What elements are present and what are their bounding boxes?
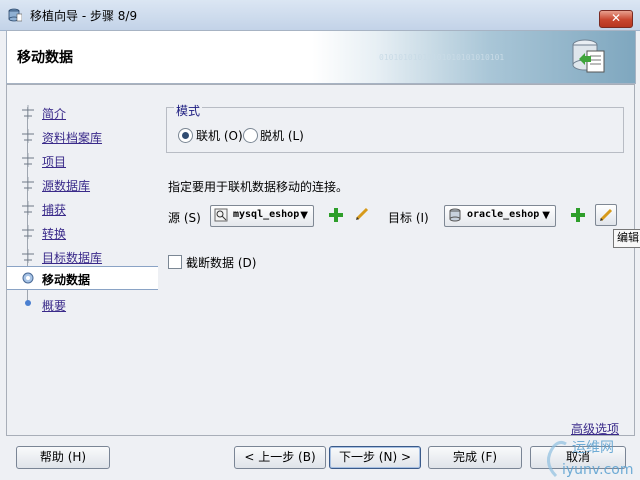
truncate-data-checkbox[interactable] xyxy=(168,255,182,269)
current-step-icon xyxy=(22,272,34,284)
window-title: 移植向导 - 步骤 8/9 xyxy=(30,9,138,23)
help-button[interactable]: 帮助 (H) xyxy=(16,446,110,469)
next-button[interactable]: 下一步 (N) > xyxy=(329,446,421,469)
connection-icon xyxy=(214,208,228,222)
completed-step-icon xyxy=(22,225,34,239)
step-label[interactable]: 转换 xyxy=(42,225,66,242)
step-label[interactable]: 简介 xyxy=(42,105,66,122)
advanced-options-link[interactable]: 高级选项 xyxy=(571,420,619,437)
step-source-database[interactable]: 源数据库 xyxy=(7,173,158,195)
watermark-text-url: iyunv.com xyxy=(562,462,633,478)
step-label[interactable]: 捕获 xyxy=(42,201,66,218)
dropdown-arrow-icon: ▼ xyxy=(542,210,550,221)
step-convert[interactable]: 转换 xyxy=(7,221,158,243)
close-icon: ✕ xyxy=(610,11,622,25)
step-intro[interactable]: 简介 xyxy=(7,101,158,123)
completed-step-icon xyxy=(22,129,34,143)
database-icon xyxy=(449,208,461,222)
page-title: 移动数据 xyxy=(17,50,73,66)
edit-target-connection-button[interactable] xyxy=(595,204,617,226)
step-summary[interactable]: 概要 xyxy=(7,293,158,315)
step-label[interactable]: 概要 xyxy=(42,297,66,314)
banner-binary-pattern: 01010101010101010101010101 xyxy=(379,53,505,62)
step-list: 简介 资料档案库 项目 源数据库 捕获 转换 目标数据库 移动数据 概要 xyxy=(6,84,159,436)
step-label[interactable]: 源数据库 xyxy=(42,177,90,194)
database-app-icon xyxy=(8,8,22,22)
finish-button[interactable]: 完成 (F) xyxy=(428,446,522,469)
step-move-data[interactable]: 移动数据 xyxy=(7,266,158,290)
completed-step-icon xyxy=(22,201,34,215)
completed-step-icon xyxy=(22,105,34,119)
add-target-connection-icon[interactable] xyxy=(570,207,586,223)
mode-legend: 模式 xyxy=(174,102,203,119)
close-button[interactable]: ✕ xyxy=(599,10,633,28)
database-document-icon xyxy=(572,39,605,73)
instruction-text: 指定要用于联机数据移动的连接。 xyxy=(168,180,349,194)
step-project[interactable]: 项目 xyxy=(7,149,158,171)
source-connection-select[interactable]: mysql_eshop ▼ xyxy=(210,205,314,227)
source-label: 源 (S) xyxy=(168,211,201,225)
completed-step-icon xyxy=(22,249,34,263)
edit-source-connection-icon[interactable] xyxy=(354,206,370,222)
target-connection-value: oracle_eshop xyxy=(467,209,540,220)
step-label[interactable]: 项目 xyxy=(42,153,66,170)
truncate-data-label[interactable]: 截断数据 (D) xyxy=(186,254,256,271)
source-connection-value: mysql_eshop xyxy=(233,209,300,220)
completed-step-icon xyxy=(22,153,34,167)
target-connection-select[interactable]: oracle_eshop ▼ xyxy=(444,205,556,227)
pencil-icon xyxy=(599,208,613,222)
wizard-header: 移动数据 01010101010101010101010101 xyxy=(6,30,636,84)
step-capture[interactable]: 捕获 xyxy=(7,197,158,219)
pending-step-icon xyxy=(25,300,31,306)
watermark-text-cn: 运维网 xyxy=(572,440,614,456)
step-label: 移动数据 xyxy=(42,273,91,287)
step-target-database[interactable]: 目标数据库 xyxy=(7,245,158,267)
site-watermark: 运维网 iyunv.com xyxy=(547,440,633,478)
completed-step-icon xyxy=(22,177,34,191)
offline-radio[interactable] xyxy=(243,128,258,143)
online-radio-label[interactable]: 联机 (O) xyxy=(196,127,243,144)
dropdown-arrow-icon: ▼ xyxy=(300,210,308,221)
online-radio[interactable] xyxy=(178,128,193,143)
edit-tooltip: 编辑 xyxy=(613,229,640,248)
add-source-connection-icon[interactable] xyxy=(328,207,344,223)
wizard-window: 移植向导 - 步骤 8/9 ✕ 移动数据 0101010101010101010… xyxy=(0,0,640,480)
back-button[interactable]: < 上一步 (B) xyxy=(234,446,326,469)
step-label[interactable]: 目标数据库 xyxy=(42,249,102,266)
offline-radio-label[interactable]: 脱机 (L) xyxy=(260,127,304,144)
step-label[interactable]: 资料档案库 xyxy=(42,129,102,146)
title-bar: 移植向导 - 步骤 8/9 ✕ xyxy=(0,0,640,31)
step-repository[interactable]: 资料档案库 xyxy=(7,125,158,147)
content-panel: 模式 联机 (O) 脱机 (L) 指定要用于联机数据移动的连接。 源 (S) m… xyxy=(158,84,635,436)
target-label: 目标 (I) xyxy=(388,211,429,225)
